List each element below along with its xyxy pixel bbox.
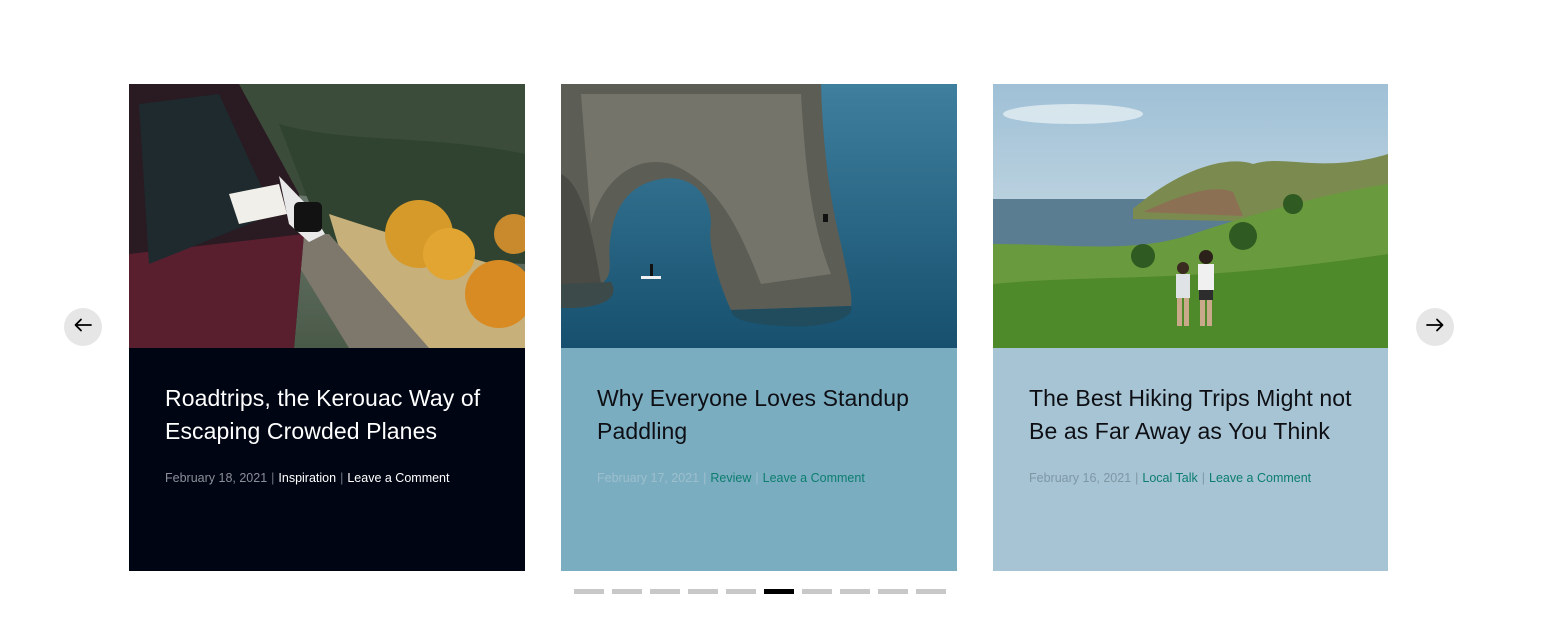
post-card[interactable]: Why Everyone Loves Standup Paddling Febr… bbox=[561, 84, 957, 571]
post-title[interactable]: Why Everyone Loves Standup Paddling bbox=[597, 382, 921, 448]
pagination-dot[interactable] bbox=[688, 589, 718, 594]
post-card-body: Why Everyone Loves Standup Paddling Febr… bbox=[561, 348, 957, 571]
post-category-link[interactable]: Review bbox=[710, 471, 751, 485]
post-card-body: Roadtrips, the Kerouac Way of Escaping C… bbox=[129, 348, 525, 571]
pagination-dot[interactable] bbox=[840, 589, 870, 594]
pagination-dot[interactable] bbox=[916, 589, 946, 594]
leave-comment-link[interactable]: Leave a Comment bbox=[763, 471, 865, 485]
arrow-left-icon bbox=[74, 318, 92, 337]
post-card[interactable]: Roadtrips, the Kerouac Way of Escaping C… bbox=[129, 84, 525, 571]
post-date: February 16, 2021 bbox=[1029, 471, 1132, 485]
post-date: February 17, 2021 bbox=[597, 471, 700, 485]
post-image-hikers[interactable] bbox=[993, 84, 1388, 348]
post-title[interactable]: Roadtrips, the Kerouac Way of Escaping C… bbox=[165, 382, 489, 448]
post-image-roadtrip[interactable] bbox=[129, 84, 525, 348]
meta-separator: | bbox=[755, 471, 759, 485]
pagination-dot[interactable] bbox=[878, 589, 908, 594]
meta-separator: | bbox=[340, 471, 344, 485]
post-card-body: The Best Hiking Trips Might not Be as Fa… bbox=[993, 348, 1388, 571]
arrow-right-icon bbox=[1426, 318, 1444, 337]
pagination-dot[interactable] bbox=[802, 589, 832, 594]
pagination-dot[interactable] bbox=[650, 589, 680, 594]
post-image-sea-arch[interactable] bbox=[561, 84, 957, 348]
carousel-pagination bbox=[574, 589, 946, 594]
pagination-dot[interactable] bbox=[726, 589, 756, 594]
meta-separator: | bbox=[271, 471, 275, 485]
meta-separator: | bbox=[1135, 471, 1139, 485]
post-meta: February 17, 2021 | Review | Leave a Comment bbox=[597, 469, 921, 487]
post-meta: February 16, 2021 | Local Talk | Leave a Com… bbox=[1029, 469, 1352, 487]
leave-comment-link[interactable]: Leave a Comment bbox=[1209, 471, 1311, 485]
post-date: February 18, 2021 bbox=[165, 471, 268, 485]
meta-separator: | bbox=[1201, 471, 1206, 485]
post-carousel: Roadtrips, the Kerouac Way of Escaping C… bbox=[0, 0, 1562, 628]
post-category-link[interactable]: Local Talk bbox=[1142, 471, 1197, 485]
post-category-link[interactable]: Inspiration bbox=[278, 471, 336, 485]
pagination-dot[interactable] bbox=[574, 589, 604, 594]
post-card[interactable]: The Best Hiking Trips Might not Be as Fa… bbox=[993, 84, 1388, 571]
post-meta: February 18, 2021 | Inspiration | Leave a Co… bbox=[165, 469, 489, 487]
post-title[interactable]: The Best Hiking Trips Might not Be as Fa… bbox=[1029, 382, 1352, 448]
leave-comment-link[interactable]: Leave a Comment bbox=[347, 471, 449, 485]
pagination-dot-active[interactable] bbox=[764, 589, 794, 594]
meta-separator: | bbox=[703, 471, 707, 485]
carousel-prev-button[interactable] bbox=[64, 308, 102, 346]
carousel-next-button[interactable] bbox=[1416, 308, 1454, 346]
pagination-dot[interactable] bbox=[612, 589, 642, 594]
